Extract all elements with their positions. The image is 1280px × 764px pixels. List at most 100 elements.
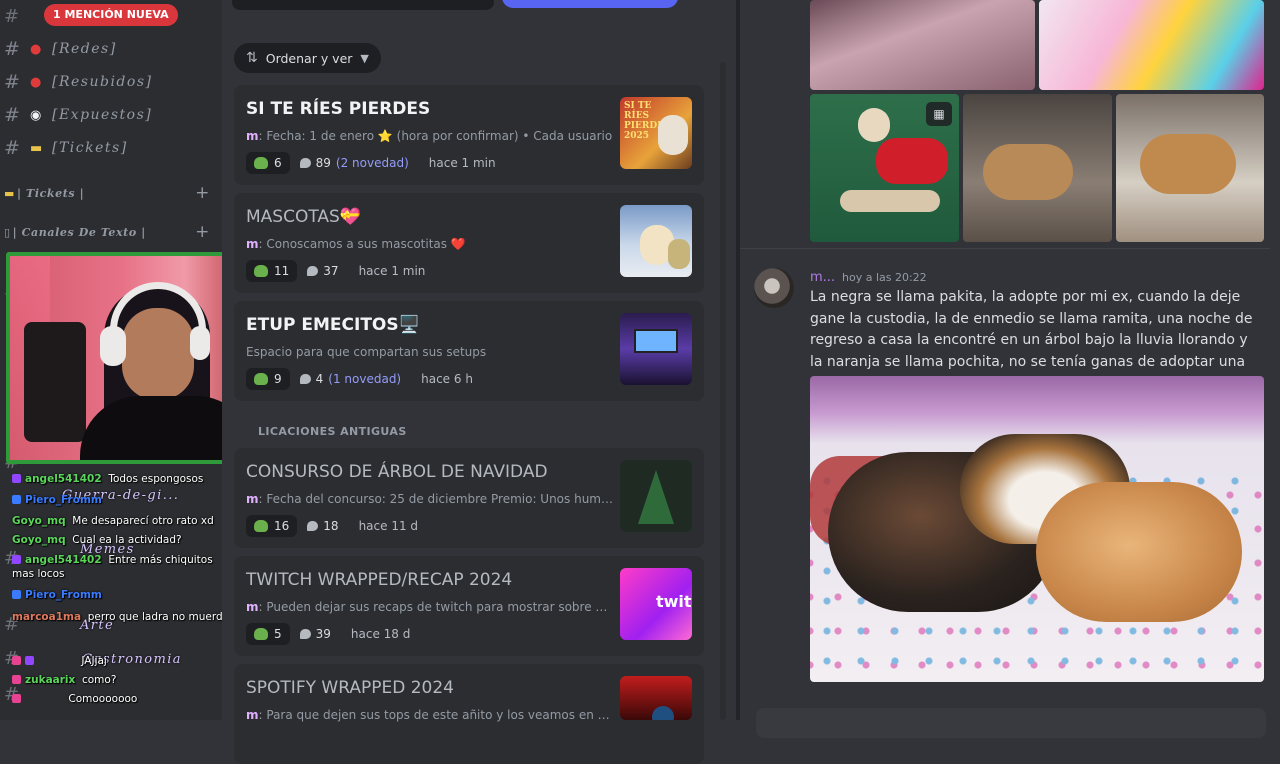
clown-icon: ◉ [30,107,43,123]
post-thumbnail: twit [620,568,692,640]
post-thumbnail [620,460,692,532]
post-meta: 6 89 (2 novedad) hace 1 min [246,151,496,175]
new-mention-pill[interactable]: 1 MENCIÓN NUEVA [44,4,178,26]
forum-scrollbar[interactable] [720,62,726,720]
reaction-chip[interactable]: 9 [246,368,290,390]
post-meta: 9 4 (1 novedad) hace 6 h [246,367,473,391]
ticket-icon: ▬ [30,140,44,156]
frog-emoji-icon [254,520,268,532]
chat-message: Piero_Fromm [12,493,102,507]
monitor [634,329,678,353]
sub-badge-icon [12,495,21,504]
chat-message: Goyo_mq Cual ea la actividad? [12,534,182,546]
add-channel-button[interactable]: + [195,222,210,242]
sub-badge-icon [12,474,21,483]
sort-label: Ordenar y ver [265,50,353,66]
dog-body [983,144,1073,200]
speech-bubble-icon [299,374,311,384]
post-snippet: Espacio para que compartan sus setups [246,345,487,359]
reply-count: 89 (2 novedad) [299,156,409,170]
image-attachment-cats[interactable] [810,376,1264,682]
sort-and-view-button[interactable]: ⇅ Ordenar y ver ▼ [234,43,381,73]
post-meta: 5 39 hace 18 d [246,622,410,646]
category-name: | Tickets | [17,186,85,200]
channel-expuestos[interactable]: # ◉ [Expuestos] [4,102,152,128]
post-time: hace 1 min [358,264,426,278]
image-attachment-dog-2[interactable] [963,94,1112,242]
chat-message: Comooooooo [12,692,137,706]
reaction-chip[interactable]: 16 [246,515,298,537]
chat-message: Goyo_mq Me desaparecí otro rato xd [12,515,214,527]
reply-count: 4 (1 novedad) [299,372,401,386]
channel-name: [Tickets] [52,140,128,156]
channel-name: [Redes] [52,41,117,57]
hash-icon: # [4,6,20,27]
speech-bubble-icon [307,521,319,531]
hash-icon: # [4,38,20,60]
post-title: SPOTIFY WRAPPED 2024 [246,678,454,698]
chat-message: JAJjaj [12,654,107,668]
speech-bubble-icon [299,629,311,639]
section-label-old-posts: LICACIONES ANTIGUAS [258,425,407,438]
message-composer[interactable] [756,708,1266,738]
dog-face [658,115,688,155]
ticket-icon: ▬ [4,186,15,200]
forum-post-card[interactable]: SI TE RÍES PIERDES m: Fecha: 1 de enero … [234,85,704,185]
forum-post-card[interactable]: CONSURSO DE ÁRBOL DE NAVIDAD m: Fecha de… [234,448,704,548]
spotify-icon [652,706,674,720]
cherry-icon: ● [30,74,43,90]
message-timestamp: hoy a las 20:22 [842,271,927,284]
forum-post-card[interactable]: MASCOTAS💝 m: Conoscamos a sus mascotitas… [234,193,704,293]
post-time: hace 6 h [421,372,473,386]
puppy [668,239,690,269]
forum-post-card[interactable]: ETUP EMECITOS🖥️ Espacio para que compart… [234,301,704,401]
post-title: TWITCH WRAPPED/RECAP 2024 [246,570,513,590]
channel-name: [Expuestos] [52,107,153,123]
post-time: hace 18 d [350,627,411,641]
orange-cat-pochita [1036,482,1242,622]
chat-message: marcoa1ma perro que ladra no muerde [12,611,230,623]
sub-badge-icon [12,590,21,599]
forum-search-field[interactable] [232,0,494,10]
channel-resubidos[interactable]: # ● [Resubidos] [4,69,152,95]
red-sweater [876,138,948,184]
post-snippet: m: Conoscamos a sus mascotitas ❤️ [246,237,466,251]
image-attachment[interactable] [810,0,1035,90]
reaction-chip[interactable]: 6 [246,152,290,174]
chat-message: Piero_Fromm [12,588,102,602]
sub-badge-icon [25,656,34,665]
page-icon: ▯ [4,225,11,239]
post-thumbnail: SI TE RÍES PIERDES 2025 [620,97,692,169]
frog-emoji-icon [254,628,268,640]
reaction-chip[interactable]: 11 [246,260,298,282]
christmas-tree [638,470,674,524]
image-attachment[interactable] [1039,0,1264,90]
speech-bubble-icon [299,158,311,168]
chevron-down-icon: ▼ [360,51,369,65]
post-time: hace 1 min [428,156,496,170]
post-time: hace 11 d [358,519,419,533]
category-canales-de-texto[interactable]: ▯ | Canales De Texto | + [4,222,210,242]
category-tickets[interactable]: ▬ | Tickets | + [4,183,210,203]
frog-emoji-icon [254,265,268,277]
channel-redes[interactable]: # ● [Redes] [4,36,117,62]
post-title: MASCOTAS💝 [246,207,361,227]
reaction-chip[interactable]: 5 [246,623,290,645]
avatar[interactable] [754,268,794,308]
sub-badge-icon [12,656,21,665]
forum-post-card[interactable]: SPOTIFY WRAPPED 2024 m: Para que dejen s… [234,664,704,764]
gallery-view-icon[interactable]: ▦ [926,102,952,126]
add-channel-button[interactable]: + [195,183,210,203]
image-attachment-dog-3[interactable] [1116,94,1264,242]
message-author[interactable]: m... [810,270,835,285]
new-post-button[interactable] [502,0,678,8]
chat-message: angel541402 Entre más chiquitos [12,553,213,567]
channel-tickets[interactable]: # ▬ [Tickets] [4,135,128,161]
post-snippet: m: Fecha: 1 de enero ⭐ (hora por confirm… [246,129,613,143]
post-title: SI TE RÍES PIERDES [246,99,431,119]
forum-post-card[interactable]: TWITCH WRAPPED/RECAP 2024 m: Pueden deja… [234,556,704,656]
frog-emoji-icon [254,157,268,169]
hash-icon: # [4,137,20,159]
post-thumbnail [620,676,692,720]
chair [24,322,86,442]
